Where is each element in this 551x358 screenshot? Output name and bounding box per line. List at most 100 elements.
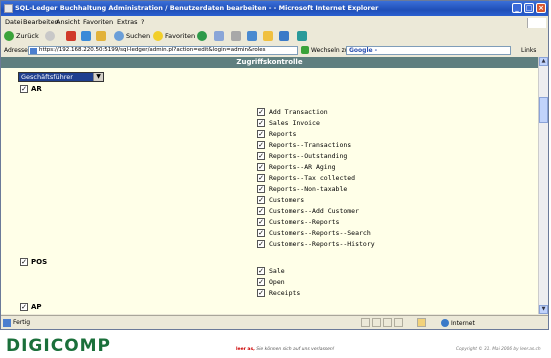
vertical-scrollbar[interactable]: ▲ ▼ [538,57,548,314]
messenger-button[interactable] [279,30,289,42]
folder-button[interactable] [263,30,273,42]
scroll-down-icon[interactable]: ▼ [539,305,548,314]
favorites-label: Favoriten [165,32,196,40]
footer-copyright: Copyright © 31. Mai 2006 by leer.as.ch [456,347,541,352]
permission-checkbox[interactable]: ✓ [257,141,265,149]
menu-extras[interactable]: Extras [117,18,138,26]
forward-button[interactable] [45,30,55,42]
role-select[interactable]: Geschäftsführer ▼ [18,72,104,82]
google-toolbar-field[interactable]: Google - [346,46,511,55]
maximize-button[interactable]: □ [524,3,534,13]
permission-label: Reports--Transactions [269,141,352,149]
address-label: Adresse [4,47,28,54]
permission-label: Customers--Reports [269,218,340,226]
windows-logo-icon [527,18,546,28]
permission-checkbox[interactable]: ✓ [257,196,265,204]
folder-icon [263,31,273,41]
refresh-icon [81,31,91,41]
favorites-button[interactable]: Favoriten [153,30,195,42]
stop-icon [66,31,76,41]
scroll-thumb[interactable] [539,97,548,123]
edit-icon [247,31,257,41]
go-button[interactable]: Wechseln zu [301,46,349,54]
status-segment [394,318,403,327]
links-button[interactable]: Links [521,47,536,54]
group-checkbox-pos[interactable]: ✓ [20,258,28,266]
permission-label: Reports--AR Aging [269,163,336,171]
page-content: Zugriffskontrolle Geschäftsführer ▼ ✓ AR… [1,57,538,314]
permission-label: Reports [269,130,297,138]
permission-checkbox[interactable]: ✓ [257,278,265,286]
menu-datei[interactable]: Datei [5,18,22,26]
minimize-button[interactable]: _ [512,3,522,13]
group-checkbox-ar[interactable]: ✓ [20,85,28,93]
permission-checkbox[interactable]: ✓ [257,218,265,226]
permission-checkbox[interactable]: ✓ [257,152,265,160]
permission-checkbox[interactable]: ✓ [257,119,265,127]
history-button[interactable] [197,30,207,42]
window-title: SQL-Ledger Buchhaltung Administration / … [15,4,379,12]
toolbar: Zurück Suchen Favoriten [1,28,548,45]
permission-checkbox[interactable]: ✓ [257,207,265,215]
page-icon [30,48,37,54]
address-input[interactable]: https://192.168.220.50:5199/sql-ledger/a… [28,46,298,55]
close-button[interactable]: × [536,3,546,13]
star-icon [153,31,163,41]
chevron-down-icon: ▼ [93,73,103,81]
permission-label: Reports--Non-taxable [269,185,348,193]
scroll-up-icon[interactable]: ▲ [539,57,548,66]
go-arrow-icon [301,46,309,54]
permission-checkbox[interactable]: ✓ [257,240,265,248]
home-button[interactable] [96,30,106,42]
role-select-value: Geschäftsführer [21,73,73,81]
browser-window: SQL-Ledger Buchhaltung Administration / … [0,0,549,330]
page-done-icon [3,319,11,327]
messenger-icon [279,31,289,41]
permission-label: Reports--Tax collected [269,174,356,182]
stop-button[interactable] [66,30,76,42]
refresh-button[interactable] [81,30,91,42]
search-icon [114,31,124,41]
permission-checkbox[interactable]: ✓ [257,130,265,138]
group-checkbox-ap[interactable]: ✓ [20,303,28,311]
history-icon [197,31,207,41]
back-label: Zurück [16,32,39,40]
footer-tagline: leer as, Sie können sich auf uns verlass… [236,347,335,352]
go-label: Wechseln zu [311,46,349,54]
print-button[interactable] [231,30,241,42]
permission-checkbox[interactable]: ✓ [257,108,265,116]
title-bar: SQL-Ledger Buchhaltung Administration / … [1,1,548,16]
mail-button[interactable] [214,30,224,42]
group-label-ar: AR [31,85,42,93]
permission-label: Customers [269,196,305,204]
permission-label: Sales Invoice [269,119,320,127]
permission-checkbox[interactable]: ✓ [257,229,265,237]
permission-checkbox[interactable]: ✓ [257,185,265,193]
footer-tagline-text: Sie können sich auf uns verlassen! [254,347,335,352]
status-segment [361,318,370,327]
status-segment [383,318,392,327]
menu-favoriten[interactable]: Favoriten [83,18,113,26]
security-zone: Internet [441,319,475,327]
permission-checkbox[interactable]: ✓ [257,163,265,171]
forward-arrow-icon [45,31,55,41]
permission-checkbox[interactable]: ✓ [257,267,265,275]
permission-label: Receipts [269,289,301,297]
page-heading: Zugriffskontrolle [1,57,538,68]
menu-help[interactable]: ? [141,18,144,26]
status-segment [372,318,381,327]
menu-bearbeiten[interactable]: Bearbeiten [23,18,59,26]
edit-button[interactable] [247,30,257,42]
group-label-ap: AP [31,303,42,311]
bookmark-button[interactable] [297,30,307,42]
address-bar: Adresse https://192.168.220.50:5199/sql-… [1,44,548,58]
app-icon [4,4,13,13]
search-button[interactable]: Suchen [114,30,150,42]
permission-checkbox[interactable]: ✓ [257,174,265,182]
menu-ansicht[interactable]: Ansicht [56,18,80,26]
lock-icon [417,318,426,327]
back-button[interactable]: Zurück [4,30,39,42]
permission-label: Reports--Outstanding [269,152,348,160]
mail-icon [214,31,224,41]
permission-checkbox[interactable]: ✓ [257,289,265,297]
